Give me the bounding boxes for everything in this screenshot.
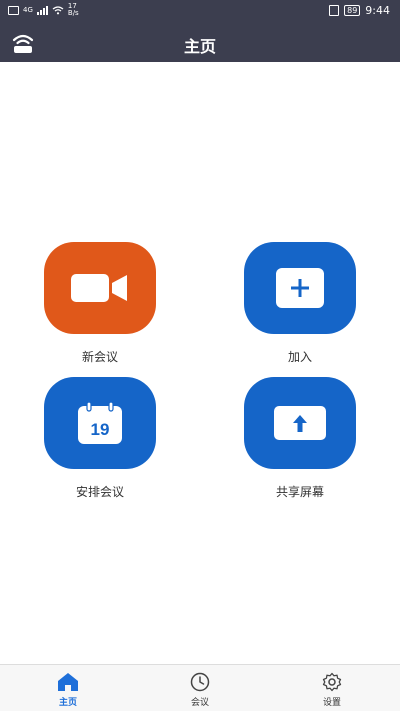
vibrate-icon (329, 5, 340, 16)
wifi-status-icon (52, 5, 64, 14)
schedule-meeting-action[interactable]: 19 安排会议 (44, 377, 156, 500)
schedule-meeting-label: 安排会议 (75, 485, 124, 499)
status-time: 9:44 (365, 4, 390, 17)
gear-icon (322, 672, 342, 692)
join-action[interactable]: 加入 (244, 242, 356, 365)
tab-home[interactable]: 主页 (28, 665, 108, 711)
schedule-meeting-button[interactable]: 19 (44, 377, 156, 469)
calendar-icon: 19 (78, 402, 122, 444)
calendar-day: 19 (91, 420, 110, 439)
network-type: 4G (23, 6, 33, 14)
bottom-tab-bar: 主页 会议 设置 (0, 664, 400, 711)
status-left: 4G 17 B/s (8, 3, 79, 17)
share-screen-action[interactable]: 共享屏幕 (244, 377, 356, 500)
join-button[interactable] (244, 242, 356, 334)
join-label: 加入 (287, 350, 312, 364)
battery-icon: 89 (344, 5, 361, 16)
tab-home-label: 主页 (58, 698, 77, 708)
page-title: 主页 (183, 37, 216, 56)
network-speed: 17 B/s (68, 3, 79, 17)
new-meeting-action[interactable]: 新会议 (44, 242, 156, 365)
tab-meetings[interactable]: 会议 (160, 665, 240, 711)
share-screen-label: 共享屏幕 (275, 485, 324, 499)
sim-icon (8, 5, 19, 15)
plus-icon (276, 268, 324, 308)
tab-settings-label: 设置 (322, 698, 341, 708)
signal-icon (36, 5, 48, 15)
share-screen-button[interactable] (244, 377, 356, 469)
app-header: 主页 (0, 22, 400, 62)
video-camera-icon (71, 274, 127, 302)
speed-unit: B/s (67, 9, 79, 17)
home-icon (58, 673, 78, 691)
tab-settings[interactable]: 设置 (292, 665, 372, 711)
new-meeting-button[interactable] (44, 242, 156, 334)
upload-icon (274, 406, 326, 440)
new-meeting-label: 新会议 (81, 350, 118, 364)
status-bar: 4G 17 B/s 89 9:44 (0, 0, 400, 22)
clock-icon (190, 672, 210, 692)
status-right: 89 9:44 (329, 4, 390, 17)
tab-meetings-label: 会议 (190, 698, 209, 708)
